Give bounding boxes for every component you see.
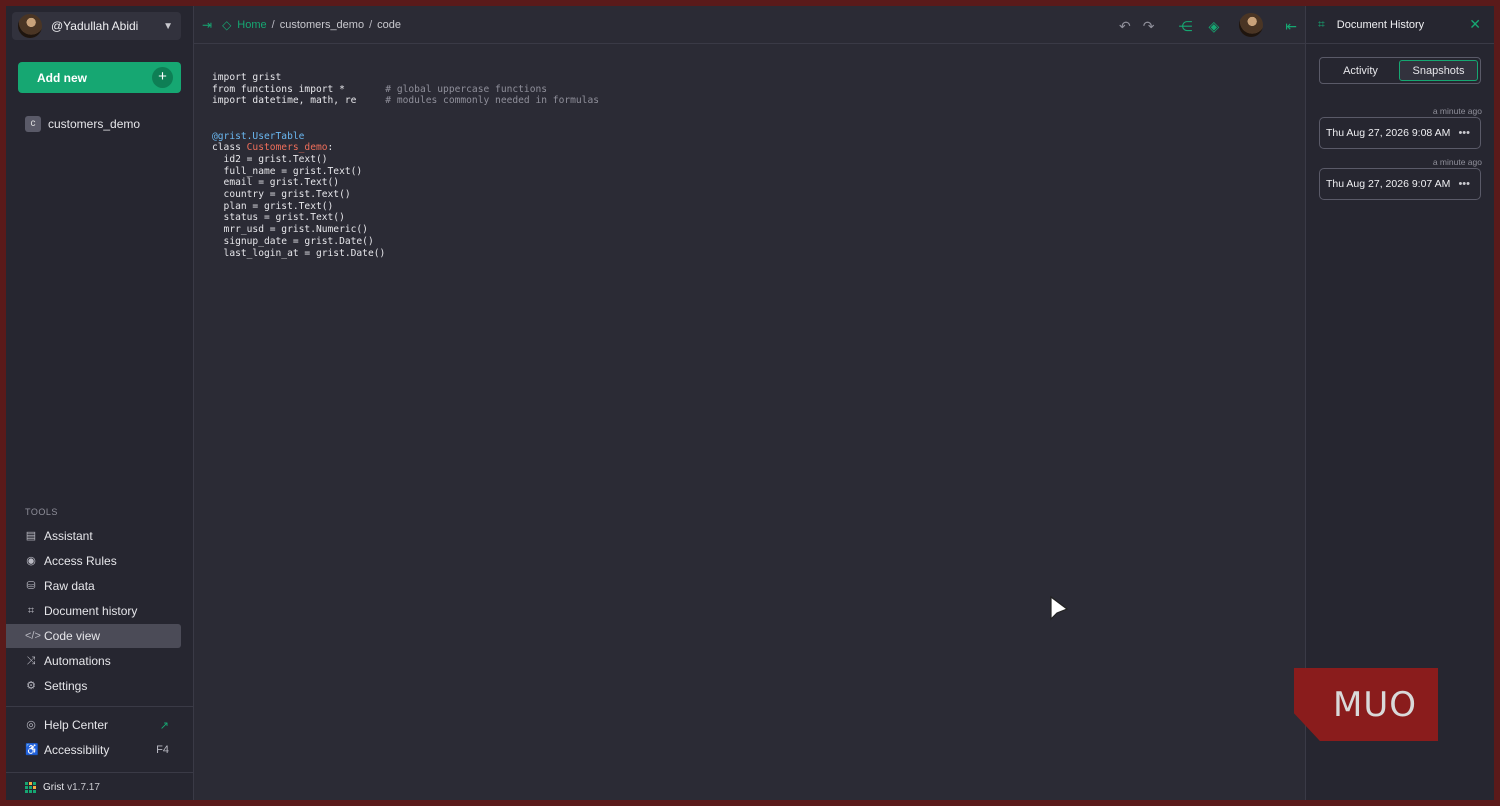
code-field: id2 = grist.Text() — [212, 153, 328, 165]
breadcrumb-doc[interactable]: customers_demo — [280, 19, 364, 31]
tool-code-view[interactable]: </> Code view — [6, 624, 181, 648]
mouse-cursor-icon — [1050, 595, 1069, 621]
page-item-customers-demo[interactable]: c customers_demo — [25, 116, 140, 132]
help-center-link[interactable]: ◎ Help Center ↗ — [6, 713, 181, 737]
external-link-icon: ↗ — [159, 719, 169, 732]
version-number: v1.7.17 — [67, 782, 100, 793]
breadcrumb: ⇥ ◇ Home / customers_demo / code — [202, 18, 401, 32]
undo-icon[interactable]: ↶ — [1119, 18, 1131, 35]
divider — [6, 772, 194, 773]
page-badge: c — [25, 116, 41, 132]
shortcut-hint: F4 — [156, 744, 169, 756]
code-decorator: @grist.UserTable — [212, 130, 305, 142]
code-keyword: class — [212, 142, 247, 154]
code-comment: # modules commonly needed in formulas — [385, 95, 600, 107]
history-icon: ⌗ — [1318, 17, 1325, 31]
tool-automations[interactable]: ⤨ Automations — [6, 649, 181, 673]
divider — [6, 706, 194, 707]
share-icon[interactable]: ⋲ — [1178, 18, 1192, 35]
code-punctuation: : — [327, 142, 334, 154]
snapshot-date: Thu Aug 27, 2026 9:07 AM — [1326, 178, 1451, 190]
chevron-down-icon: ▼ — [163, 20, 173, 32]
code-icon: </> — [25, 630, 41, 642]
accessibility-button[interactable]: ♿ Accessibility F4 — [6, 738, 181, 762]
workspace-icon: ◇ — [222, 18, 232, 32]
code-field: plan = grist.Text() — [212, 200, 334, 212]
tab-snapshots[interactable]: Snapshots — [1399, 60, 1478, 81]
user-avatar[interactable] — [1239, 13, 1264, 37]
code-view: import grist from functions import * # g… — [212, 72, 599, 259]
code-line: import datetime, math, re — [212, 95, 357, 107]
snapshot-age: a minute ago — [1432, 106, 1482, 116]
grist-logo-icon — [25, 782, 36, 793]
code-field: status = grist.Text() — [212, 212, 345, 224]
plus-icon: + — [152, 67, 173, 88]
tools-heading: TOOLS — [25, 507, 58, 517]
open-right-panel-icon[interactable]: ⇤ — [1285, 18, 1297, 35]
code-line: from functions import * — [212, 83, 345, 95]
assistant-icon: ▤ — [25, 530, 37, 542]
breadcrumb-separator: / — [369, 19, 373, 31]
code-field: last_login_at = grist.Date() — [212, 247, 386, 259]
account-name: @Yadullah Abidi — [51, 19, 139, 33]
tab-activity[interactable]: Activity — [1322, 60, 1399, 81]
code-field: signup_date = grist.Date() — [212, 235, 374, 247]
user-avatar — [18, 14, 42, 38]
history-tabs: Activity Snapshots — [1319, 57, 1481, 84]
tool-raw-data[interactable]: ⛁ Raw data — [6, 574, 181, 598]
snapshot-item[interactable]: Thu Aug 27, 2026 9:08 AM ••• — [1319, 117, 1481, 149]
code-field: country = grist.Text() — [212, 189, 351, 201]
notifications-icon[interactable]: ◈ — [1208, 18, 1219, 35]
redo-icon[interactable]: ↷ — [1143, 18, 1155, 35]
top-bar: ⇥ ◇ Home / customers_demo / code ↶ ↷ ⋲ ◈… — [194, 6, 1305, 44]
more-options-icon[interactable]: ••• — [1458, 178, 1470, 190]
panel-title: Document History — [1336, 18, 1425, 31]
snapshot-age: a minute ago — [1432, 157, 1482, 167]
app-window: @Yadullah Abidi ▼ Add new + c customers_… — [6, 6, 1494, 800]
breadcrumb-page: code — [377, 19, 401, 31]
panel-header: ⌗ Document History ✕ — [1306, 6, 1494, 44]
tool-access-rules[interactable]: ◉ Access Rules — [6, 549, 181, 573]
code-class-name: Customers_demo — [246, 142, 328, 154]
accessibility-icon: ♿ — [25, 744, 39, 756]
snapshot-item[interactable]: Thu Aug 27, 2026 9:07 AM ••• — [1319, 168, 1481, 200]
code-field: full_name = grist.Text() — [212, 165, 363, 177]
history-icon: ⌗ — [27, 605, 35, 617]
code-field: mrr_usd = grist.Numeric() — [212, 224, 368, 236]
shuffle-icon: ⤨ — [26, 655, 36, 667]
top-toolbar: ↶ ↷ ⋲ ◈ ⇤ — [1113, 13, 1305, 37]
expand-panel-icon[interactable]: ⇥ — [202, 18, 212, 32]
breadcrumb-separator: / — [271, 19, 275, 31]
code-comment: # global uppercase functions — [385, 83, 548, 95]
more-options-icon[interactable]: ••• — [1458, 127, 1470, 139]
eye-icon: ◉ — [26, 555, 36, 567]
database-icon: ⛁ — [26, 580, 36, 592]
app-name: Grist — [43, 782, 65, 793]
version-info: Grist v1.7.17 — [25, 782, 100, 793]
close-icon[interactable]: ✕ — [1469, 16, 1481, 33]
code-field: email = grist.Text() — [212, 177, 340, 189]
tool-document-history[interactable]: ⌗ Document history — [6, 599, 181, 623]
add-new-button[interactable]: Add new + — [18, 62, 181, 93]
snapshot-date: Thu Aug 27, 2026 9:08 AM — [1326, 127, 1451, 139]
tool-assistant[interactable]: ▤ Assistant — [6, 524, 181, 548]
muo-watermark-logo: MUO — [1294, 668, 1438, 741]
left-panel: @Yadullah Abidi ▼ Add new + c customers_… — [6, 6, 194, 800]
page-label: customers_demo — [48, 117, 141, 131]
account-switcher[interactable]: @Yadullah Abidi ▼ — [12, 12, 181, 40]
tool-settings[interactable]: ⚙ Settings — [6, 674, 181, 698]
lifebuoy-icon: ◎ — [26, 719, 36, 731]
gear-icon: ⚙ — [26, 680, 36, 692]
breadcrumb-home[interactable]: Home — [237, 19, 266, 31]
code-line: import grist — [212, 72, 282, 83]
